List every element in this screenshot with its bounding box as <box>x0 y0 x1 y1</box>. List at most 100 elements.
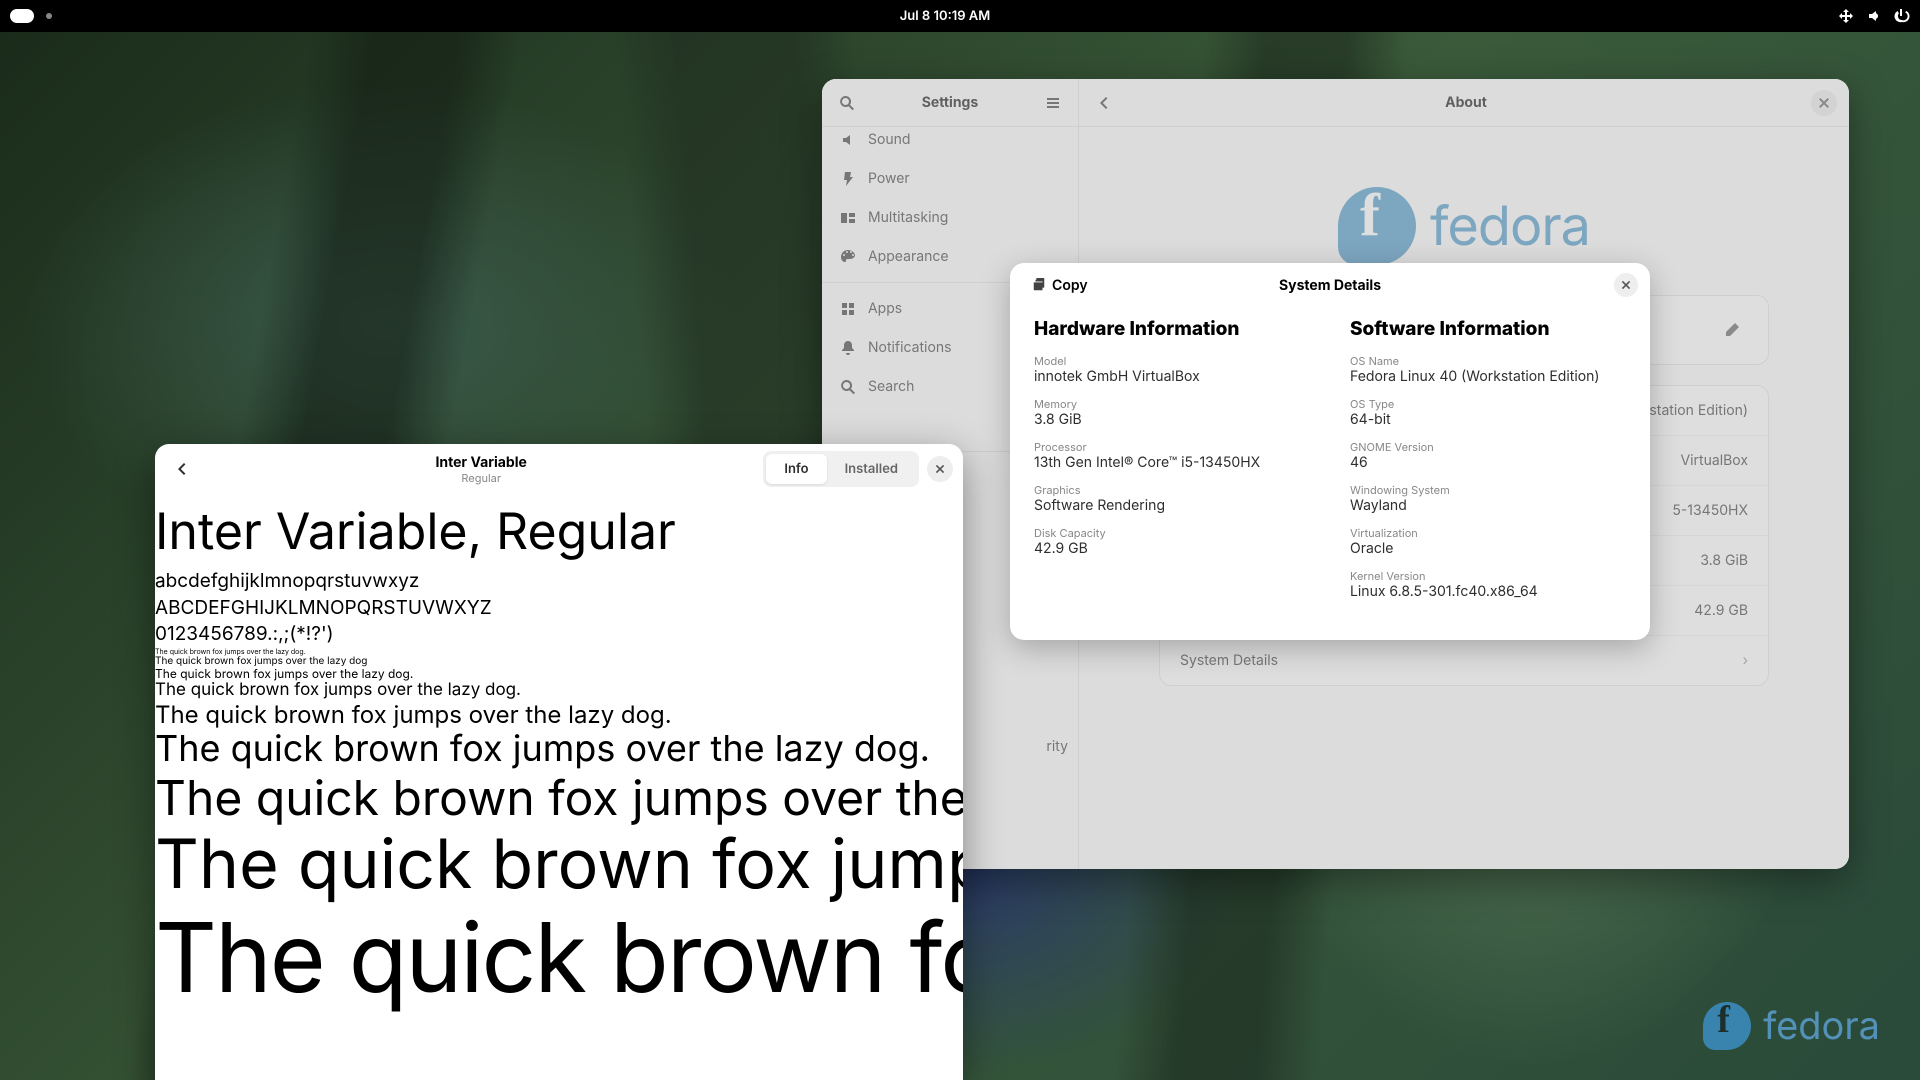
close-icon <box>935 464 945 474</box>
sidebar-item-label: Sound <box>868 131 911 148</box>
copy-icon <box>1032 278 1046 292</box>
copy-button[interactable]: Copy <box>1022 271 1098 300</box>
pencil-icon <box>1724 322 1740 338</box>
pangram-line: The quick brown fox jumps over the lazy … <box>155 667 963 681</box>
font-back-button[interactable] <box>165 452 199 486</box>
pangram-line: The quick brown fox jumps over the lazy … <box>155 903 963 1013</box>
search-icon <box>839 95 855 111</box>
power-icon <box>1894 8 1910 24</box>
pangram-line: The quick brown fox jumps over the lazy … <box>155 825 963 903</box>
software-info-heading: Software Information <box>1350 317 1626 340</box>
appearance-icon <box>840 249 856 265</box>
pangram-line: The quick brown fox jumps over the lazy … <box>155 770 963 825</box>
sidebar-item-label: rity <box>1046 738 1068 755</box>
hamburger-icon <box>1045 95 1061 111</box>
font-display-name: Inter Variable, Regular <box>155 494 963 568</box>
workspace-dot[interactable] <box>46 13 52 19</box>
sidebar-item-multitasking[interactable]: Multitasking <box>822 198 1078 237</box>
activities-pill[interactable] <box>10 9 34 23</box>
pangram-line: The quick brown fox jumps over the lazy … <box>155 701 963 729</box>
fedora-mark-icon <box>1703 1002 1751 1050</box>
font-title: Inter Variable <box>199 454 763 471</box>
sidebar-item-power[interactable]: Power <box>822 159 1078 198</box>
sidebar-item-label: Apps <box>868 300 902 317</box>
chevron-right-icon: › <box>1743 652 1748 669</box>
copy-label: Copy <box>1052 277 1088 294</box>
hardware-info-heading: Hardware Information <box>1034 317 1310 340</box>
edit-device-name-button[interactable] <box>1716 314 1748 346</box>
detail-value: Fedora Linux 40 (Workstation Edition) <box>1350 368 1626 385</box>
detail-value: 64-bit <box>1350 411 1626 428</box>
pangram-line: The quick brown fox jumps over the lazy … <box>155 728 963 769</box>
about-back-button[interactable] <box>1087 86 1121 120</box>
detail-value: 46 <box>1350 454 1626 471</box>
software-info-column: Software Information OS NameFedora Linux… <box>1350 317 1626 612</box>
system-details-title: System Details <box>1010 277 1650 294</box>
bell-icon <box>840 340 856 356</box>
chevron-left-icon <box>174 461 190 477</box>
font-lowercase: abcdefghijklmnopqrstuvwxyz <box>155 568 963 595</box>
detail-value: Wayland <box>1350 497 1626 514</box>
sidebar-title: Settings <box>864 94 1036 111</box>
info-value: 5-13450HX <box>1672 502 1748 519</box>
sound-icon <box>840 132 856 148</box>
volume-icon <box>1866 8 1882 24</box>
detail-key: Kernel Version <box>1350 569 1626 583</box>
detail-key: GNOME Version <box>1350 440 1626 454</box>
detail-key: Memory <box>1034 397 1310 411</box>
network-icon <box>1838 8 1854 24</box>
close-icon <box>1621 280 1631 290</box>
detail-value: Linux 6.8.5-301.fc40.x86_64 <box>1350 583 1626 600</box>
tab-installed[interactable]: Installed <box>827 454 916 484</box>
detail-value: Oracle <box>1350 540 1626 557</box>
power-icon <box>840 171 856 187</box>
search-icon <box>840 379 856 395</box>
fedora-logo: fedora <box>1159 187 1769 265</box>
settings-close-button[interactable] <box>1811 90 1837 116</box>
font-viewer-window: Inter Variable Regular Info Installed In… <box>155 444 963 1080</box>
pangram-line: The quick brown fox jumps over the lazy … <box>155 681 963 701</box>
system-details-close-button[interactable] <box>1614 273 1638 297</box>
apps-icon <box>840 301 856 317</box>
system-tray[interactable] <box>1838 8 1910 24</box>
sidebar-item-sound[interactable]: Sound <box>822 127 1078 159</box>
chevron-left-icon <box>1096 95 1112 111</box>
info-row-system-details[interactable]: System Details › <box>1160 636 1768 685</box>
font-title-group: Inter Variable Regular <box>199 454 763 485</box>
multitasking-icon <box>840 210 856 226</box>
sidebar-item-label: Notifications <box>868 339 952 356</box>
font-digits: 0123456789.:,;(*!?') <box>155 621 963 648</box>
detail-key: Processor <box>1034 440 1310 454</box>
info-value: 42.9 GB <box>1694 602 1748 619</box>
sidebar-menu-button[interactable] <box>1036 86 1070 120</box>
tab-info[interactable]: Info <box>766 454 826 484</box>
sidebar-search-button[interactable] <box>830 86 864 120</box>
detail-value: innotek GmbH VirtualBox <box>1034 368 1310 385</box>
detail-key: OS Name <box>1350 354 1626 368</box>
detail-key: Virtualization <box>1350 526 1626 540</box>
sidebar-item-label: Search <box>868 378 914 395</box>
detail-value: 42.9 GB <box>1034 540 1310 557</box>
detail-value: 13th Gen Intel® Core™ i5-13450HX <box>1034 454 1310 471</box>
fedora-mark-icon <box>1338 187 1416 265</box>
fedora-wordmark: fedora <box>1430 194 1590 259</box>
font-close-button[interactable] <box>927 456 953 482</box>
clock[interactable]: Jul 8 10:19 AM <box>900 8 991 24</box>
detail-key: Graphics <box>1034 483 1310 497</box>
detail-key: Disk Capacity <box>1034 526 1310 540</box>
detail-key: Model <box>1034 354 1310 368</box>
info-value: 3.8 GiB <box>1700 552 1748 569</box>
info-label: System Details <box>1180 652 1278 669</box>
detail-key: Windowing System <box>1350 483 1626 497</box>
system-details-dialog: Copy System Details Hardware Information… <box>1010 263 1650 640</box>
detail-value: Software Rendering <box>1034 497 1310 514</box>
fedora-wordmark: fedora <box>1763 1003 1880 1049</box>
font-preview-body: Inter Variable, Regular abcdefghijklmnop… <box>155 494 963 1013</box>
detail-value: 3.8 GiB <box>1034 411 1310 428</box>
close-icon <box>1818 97 1830 109</box>
hardware-info-column: Hardware Information Modelinnotek GmbH V… <box>1034 317 1310 612</box>
info-value: VirtualBox <box>1680 452 1748 469</box>
font-uppercase: ABCDEFGHIJKLMNOPQRSTUVWXYZ <box>155 595 963 622</box>
sidebar-item-label: Multitasking <box>868 209 948 226</box>
detail-key: OS Type <box>1350 397 1626 411</box>
